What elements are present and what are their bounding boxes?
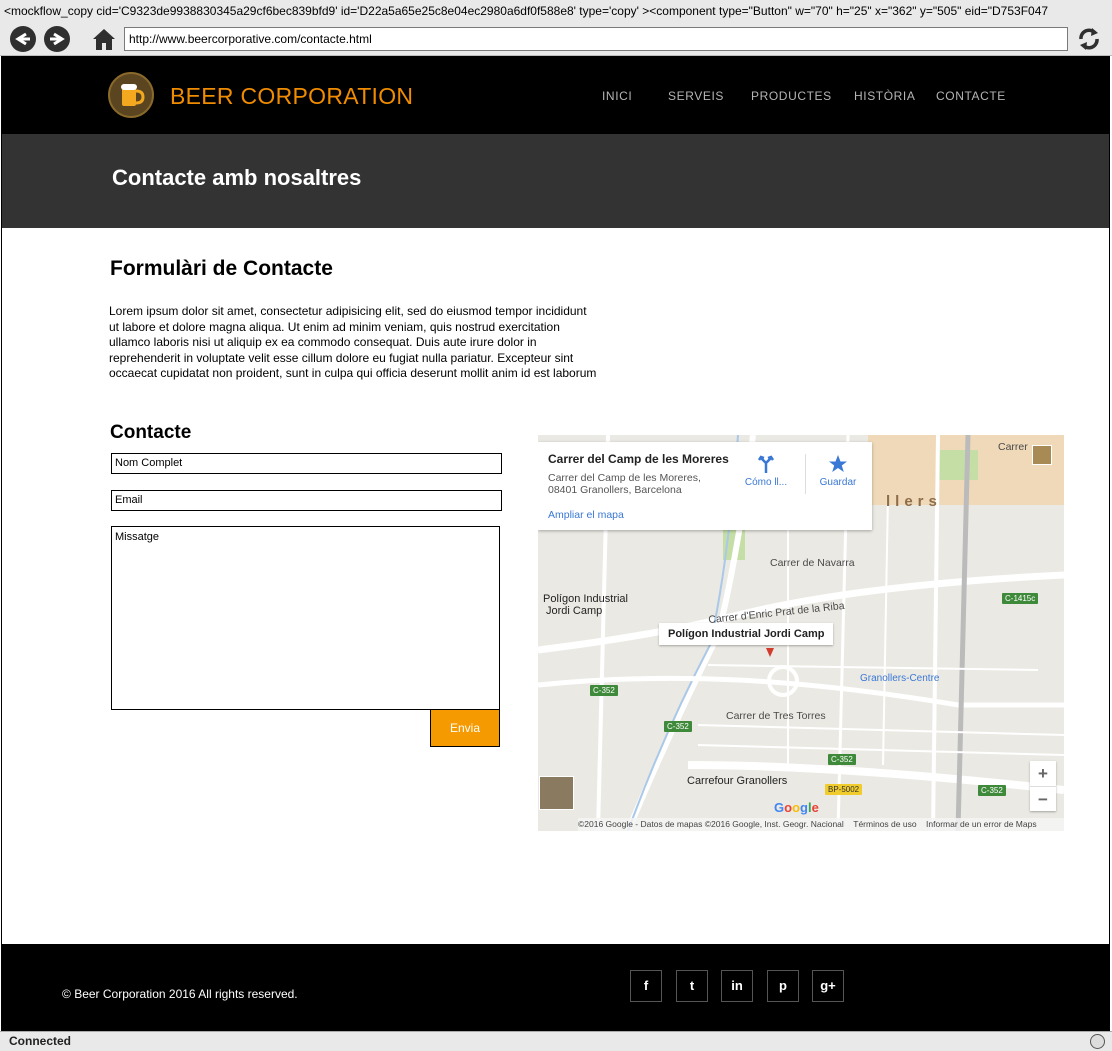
- map-label-navarra: Carrer de Navarra: [770, 557, 855, 569]
- map-info-card: Carrer del Camp de les Moreres Carrer de…: [538, 442, 872, 530]
- arrow-left-icon: [15, 32, 30, 46]
- globe-icon: [1090, 1034, 1105, 1049]
- beer-mug-icon: [121, 84, 145, 106]
- map-pin-label[interactable]: Polígon Industrial Jordi Camp: [659, 623, 834, 645]
- zoom-control: + −: [1030, 761, 1056, 811]
- brand-name[interactable]: BEER CORPORATION: [170, 83, 413, 110]
- copyright-text: Beer Corporation 2016 All rights reserve…: [74, 987, 298, 1001]
- mockflow-code-strip: <mockflow_copy cid='C9323de9938830345a29…: [0, 0, 1112, 22]
- google-logo: Google: [774, 800, 819, 815]
- road-badge-c352-a: C-352: [590, 685, 618, 696]
- map-label-jordi-camp: Jordi Camp: [546, 605, 603, 617]
- facebook-icon[interactable]: f: [630, 970, 662, 1002]
- map-label-poligon: Polígon Industrial: [543, 593, 628, 605]
- linkedin-icon[interactable]: in: [721, 970, 753, 1002]
- status-text: Connected: [9, 1034, 72, 1048]
- refresh-button[interactable]: [1075, 25, 1103, 53]
- form-heading: Formulàri de Contacte: [110, 257, 333, 280]
- pinterest-icon[interactable]: p: [767, 970, 799, 1002]
- road-badge-c352-b: C-352: [664, 721, 692, 732]
- beer-mug-logo[interactable]: [108, 72, 154, 118]
- home-icon: [93, 29, 115, 50]
- save-place-button[interactable]: Guardar: [808, 454, 868, 488]
- map-label-station: Granollers-Centre: [860, 673, 940, 684]
- directions-button[interactable]: Cómo ll...: [738, 454, 794, 488]
- map-card-title: Carrer del Camp de les Moreres: [548, 452, 729, 466]
- map-label-tres-torres: Carrer de Tres Torres: [726, 710, 826, 722]
- page-hero: Contacte amb nosaltres: [2, 134, 1109, 228]
- home-button[interactable]: [91, 26, 117, 52]
- forward-button[interactable]: [44, 26, 70, 52]
- copyright: © Beer Corporation 2016 All rights reser…: [62, 987, 298, 1001]
- user-photo-thumb[interactable]: [1032, 445, 1052, 465]
- directions-icon: [757, 455, 775, 473]
- url-field[interactable]: http://www.beercorporative.com/contacte.…: [124, 27, 1068, 51]
- zoom-in-button[interactable]: +: [1030, 761, 1056, 786]
- nav-item-productes[interactable]: PRODUCTES: [751, 89, 832, 103]
- email-field[interactable]: Email: [111, 490, 502, 511]
- save-label: Guardar: [819, 477, 857, 488]
- nav-item-serveis[interactable]: SERVEIS: [668, 89, 724, 103]
- intro-paragraph: Lorem ipsum dolor sit amet, consectetur …: [109, 304, 597, 380]
- map-copyright: ©2016 Google - Datos de mapas ©2016 Goog…: [578, 819, 844, 829]
- nav-item-historia[interactable]: HISTÒRIA: [854, 89, 915, 103]
- browser-toolbar: http://www.beercorporative.com/contacte.…: [0, 22, 1112, 56]
- twitter-icon[interactable]: t: [676, 970, 708, 1002]
- web-page: BEER CORPORATION INICI SERVEIS PRODUCTES…: [1, 56, 1110, 1031]
- map-card-address-line2: 08401 Granollers, Barcelona: [548, 484, 682, 496]
- map-terms-link[interactable]: Términos de uso: [853, 819, 916, 829]
- star-icon: [829, 455, 847, 472]
- map-report-link[interactable]: Informar de un error de Maps: [926, 819, 1037, 829]
- page-title: Contacte amb nosaltres: [112, 165, 362, 190]
- map-card-divider: [805, 454, 806, 494]
- map-label-carrefour: Carrefour Granollers: [687, 775, 788, 787]
- map-attribution: ©2016 Google - Datos de mapas ©2016 Goog…: [578, 818, 1064, 831]
- map-card-address-line1: Carrer del Camp de les Moreres,: [548, 472, 701, 484]
- name-field[interactable]: Nom Complet: [111, 453, 502, 474]
- enlarge-map-link[interactable]: Ampliar el mapa: [548, 509, 624, 521]
- copyright-icon: ©: [62, 987, 75, 1001]
- map-card-address: Carrer del Camp de les Moreres, 08401 Gr…: [548, 472, 718, 496]
- site-header: BEER CORPORATION INICI SERVEIS PRODUCTES…: [2, 56, 1109, 134]
- contact-heading: Contacte: [110, 422, 192, 443]
- road-badge-c1415: C-1415c: [1002, 593, 1039, 604]
- road-badge-bp5002: BP-5002: [825, 784, 863, 795]
- google-plus-icon[interactable]: g+: [812, 970, 844, 1002]
- arrow-right-icon: [50, 32, 65, 46]
- site-footer: © Beer Corporation 2016 All rights reser…: [2, 944, 1109, 1031]
- road-badge-c352-c: C-352: [828, 754, 856, 765]
- road-badge-c352-d: C-352: [978, 785, 1006, 796]
- zoom-out-button[interactable]: −: [1030, 786, 1056, 811]
- message-field[interactable]: Missatge: [111, 526, 500, 710]
- map-embed[interactable]: llers Carrer Carrer de Navarra Polígon I…: [538, 435, 1064, 831]
- send-button[interactable]: Envia: [430, 709, 500, 747]
- refresh-icon: [1079, 28, 1099, 50]
- back-button[interactable]: [10, 26, 36, 52]
- browser-status-bar: Connected: [0, 1031, 1112, 1051]
- directions-label: Cómo ll...: [744, 477, 788, 488]
- map-label-carrer: Carrer: [998, 441, 1028, 453]
- satellite-toggle[interactable]: [539, 776, 574, 810]
- nav-item-contacte[interactable]: CONTACTE: [936, 89, 1006, 103]
- map-city-label: llers: [886, 493, 942, 510]
- nav-item-inici[interactable]: INICI: [602, 89, 632, 103]
